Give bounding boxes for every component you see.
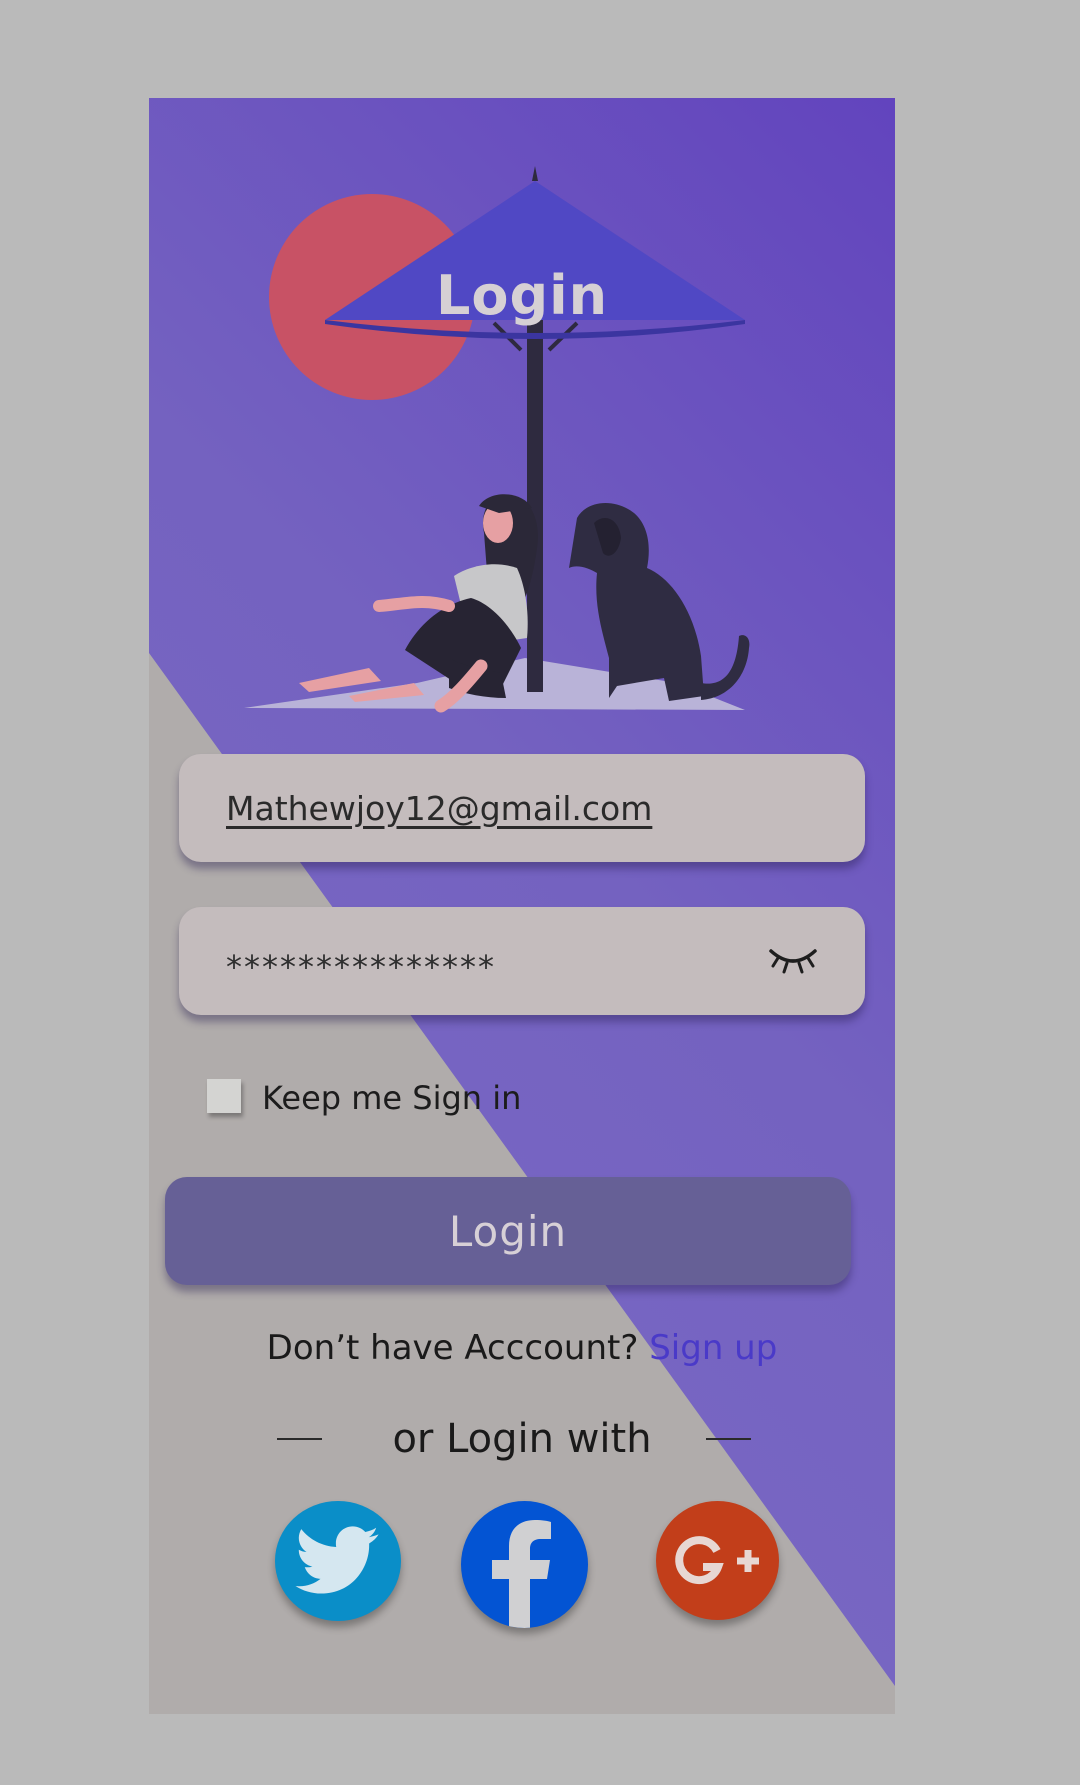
- umbrella-illustration: [244, 166, 750, 713]
- signup-link[interactable]: Sign up: [649, 1328, 777, 1368]
- google-plus-icon: [674, 1535, 759, 1584]
- divider-line-right: [706, 1438, 751, 1440]
- email-value[interactable]: Mathewjoy12@gmail.com: [226, 789, 652, 828]
- social-divider-text: or Login with: [392, 1416, 652, 1462]
- hero-title: Login: [435, 264, 609, 327]
- facebook-icon: [492, 1520, 551, 1628]
- signup-prompt: Don’t have Acccount?: [266, 1328, 639, 1368]
- keep-signed-in-checkbox[interactable]: [207, 1079, 241, 1113]
- twitter-icon: [295, 1526, 379, 1594]
- social-divider: or Login with: [149, 1416, 895, 1466]
- eye-closed-icon[interactable]: [768, 945, 818, 977]
- password-field[interactable]: ***************: [179, 907, 865, 1015]
- login-button[interactable]: Login: [165, 1177, 851, 1285]
- google-plus-login-button[interactable]: [656, 1501, 779, 1620]
- signup-row: Don’t have Acccount? Sign up: [149, 1328, 895, 1368]
- keep-signed-in-label[interactable]: Keep me Sign in: [262, 1079, 521, 1117]
- login-card: Login Mathewjoy12@gmail.com ************…: [149, 98, 895, 1714]
- twitter-login-button[interactable]: [275, 1501, 401, 1621]
- password-value[interactable]: ***************: [226, 948, 496, 986]
- woman-figure: [299, 494, 538, 713]
- facebook-login-button[interactable]: [461, 1501, 588, 1628]
- email-field[interactable]: Mathewjoy12@gmail.com: [179, 754, 865, 862]
